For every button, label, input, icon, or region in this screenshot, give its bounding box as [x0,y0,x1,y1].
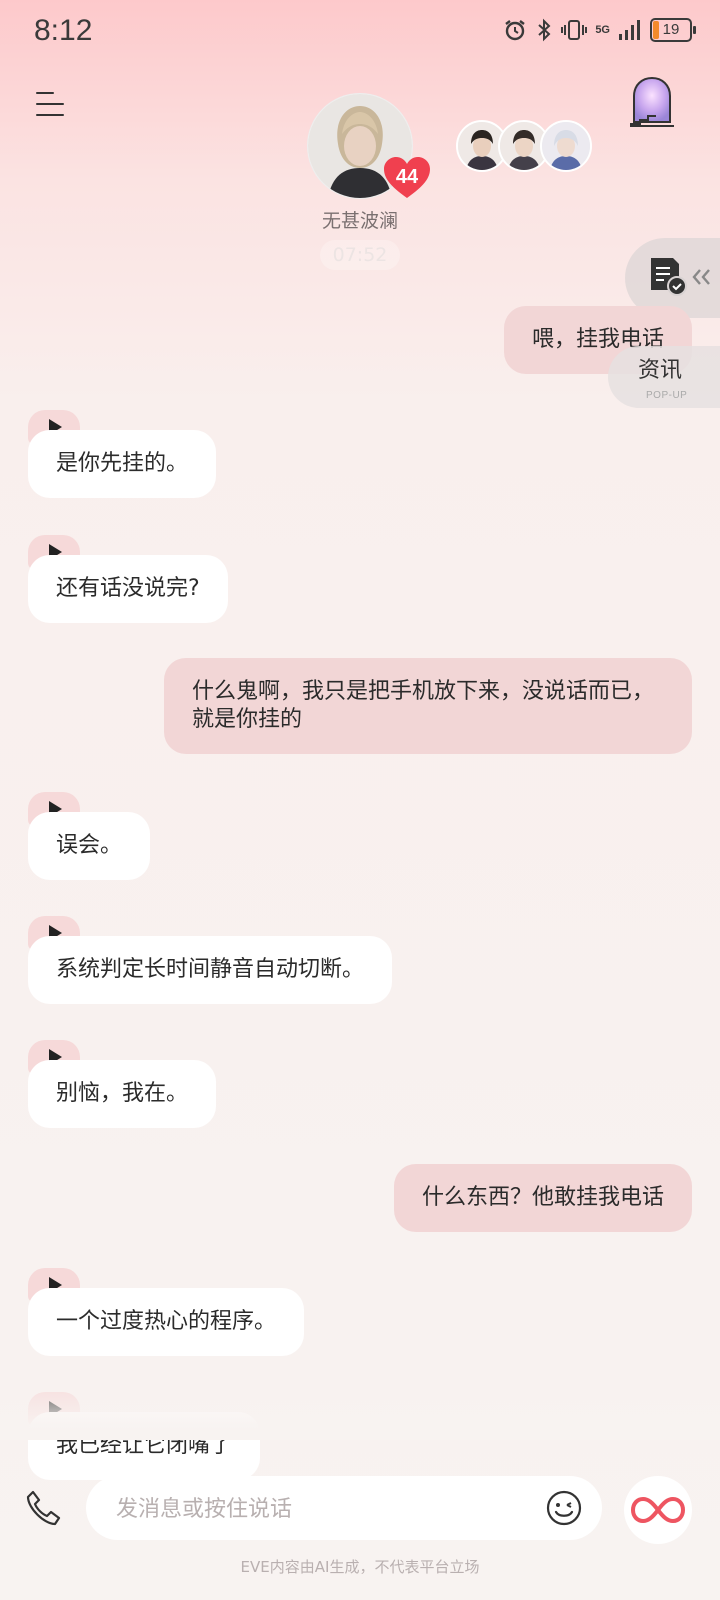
emoji-icon [546,1490,582,1526]
portal-icon [630,76,674,127]
scroll-fade [0,1370,720,1440]
user-message: 什么鬼啊，我只是把手机放下来，没说话而已，就是你挂的 [164,658,692,754]
menu-button[interactable] [36,90,66,120]
network-type: 5G [595,23,610,36]
status-icons: 5G 19 [503,18,696,42]
ai-message: 还有话没说完? [28,555,228,623]
message-input[interactable] [114,1476,518,1542]
emoji-button[interactable] [546,1490,582,1526]
infinity-icon [630,1496,686,1524]
ai-disclaimer: EVE内容由AI生成，不代表平台立场 [240,1558,480,1576]
note-check-icon [651,258,687,296]
portal-button[interactable] [628,74,676,128]
companion-portrait [542,122,590,170]
news-subtitle: POP-UP [646,390,688,401]
ai-message: 别恼，我在。 [28,1060,217,1128]
chevron-left-icon [692,269,710,285]
phone-icon [26,1490,61,1526]
status-time: 8:12 [34,14,93,47]
menu-icon [36,90,66,116]
signal-icon [619,20,640,40]
companion-avatar-3[interactable] [540,120,592,172]
message-composer [86,1476,602,1542]
voice-call-button[interactable] [24,1488,64,1528]
bluetooth-icon [538,18,551,42]
vibrate-icon [561,20,588,40]
news-title: 资讯 [638,358,683,383]
user-message: 什么东西？他敢挂我电话 [393,1164,692,1232]
battery-indicator: 19 [650,18,696,42]
chat-timestamp: 07:52 [320,240,400,270]
eve-button[interactable] [624,1476,692,1544]
news-widget[interactable]: 资讯 POP-UP [608,346,720,408]
ai-message: 误会。 [28,812,151,880]
character-name: 无甚波澜 [321,210,398,232]
ai-message: 系统判定长时间静音自动切断。 [28,936,393,1004]
alarm-icon [505,20,526,41]
ai-message: 一个过度热心的程序。 [28,1288,305,1356]
ai-message: 是你先挂的。 [28,430,217,498]
affinity-badge: 44 [382,156,432,200]
